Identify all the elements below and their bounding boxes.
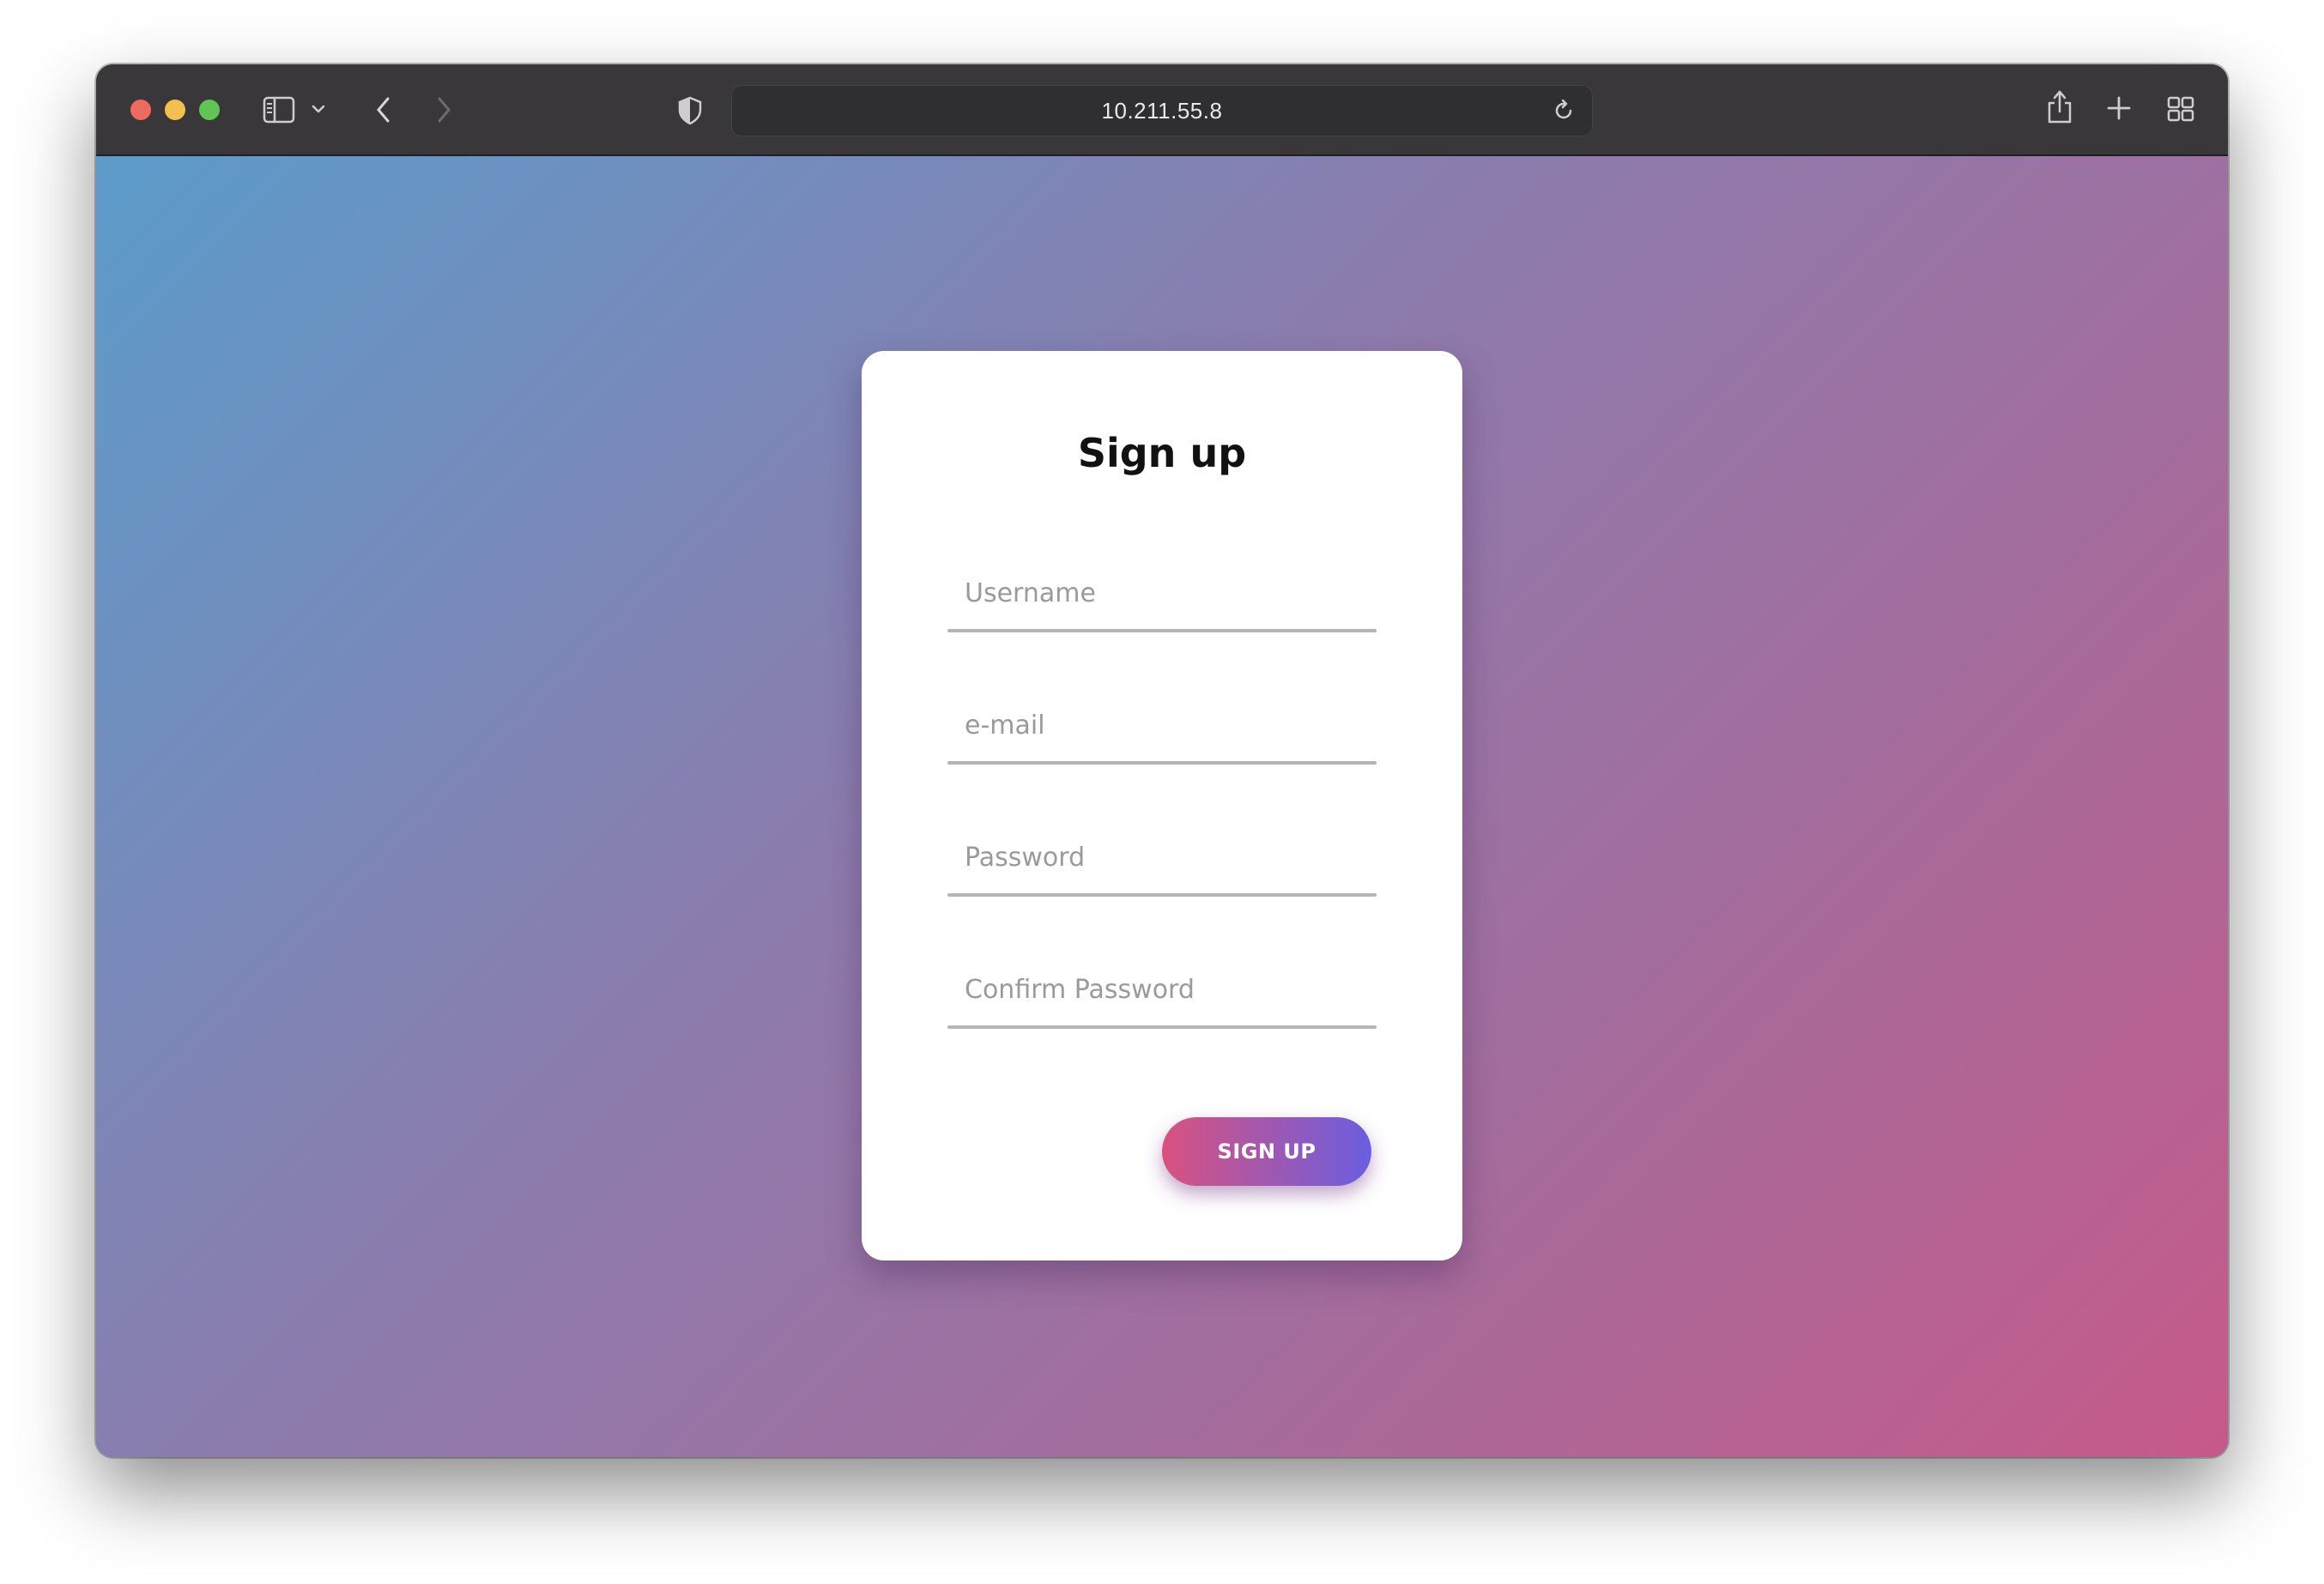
password-underline [947, 893, 1377, 897]
browser-window: 10.211.55.8 Sign up Username e-mail SIGN… [96, 64, 2228, 1457]
username-input[interactable] [947, 557, 1377, 629]
close-window-button[interactable] [130, 100, 151, 120]
email-input[interactable] [947, 689, 1377, 761]
chevron-right-icon[interactable] [431, 94, 457, 126]
page-content: Sign up SIGN UP [96, 156, 2228, 1457]
maximize-window-button[interactable] [199, 100, 220, 120]
sign-up-button[interactable]: SIGN UP [1162, 1117, 1371, 1186]
sidebar-icon[interactable] [262, 94, 296, 125]
confirm-password-underline [947, 1025, 1377, 1029]
grid-icon[interactable] [2166, 94, 2195, 124]
address-bar-url: 10.211.55.8 [1101, 97, 1223, 124]
username-underline [947, 629, 1377, 632]
signup-card: Sign up SIGN UP [862, 351, 1462, 1261]
minimize-window-button[interactable] [165, 100, 185, 120]
confirm-password-field-wrapper [947, 953, 1377, 1031]
shield-icon[interactable] [676, 95, 704, 126]
reload-icon[interactable] [1551, 98, 1577, 124]
email-underline [947, 761, 1377, 765]
username-field-wrapper [947, 557, 1377, 634]
browser-toolbar: 10.211.55.8 [96, 64, 2228, 156]
chevron-left-icon[interactable] [371, 94, 396, 126]
plus-icon[interactable] [2104, 94, 2133, 123]
address-bar[interactable]: 10.211.55.8 [731, 85, 1593, 136]
share-icon[interactable] [2044, 88, 2075, 126]
page-title: Sign up [1077, 430, 1247, 476]
password-field-wrapper [947, 821, 1377, 898]
chevron-down-icon[interactable] [310, 100, 327, 118]
password-input[interactable] [947, 821, 1377, 893]
email-field-wrapper [947, 689, 1377, 766]
confirm-password-input[interactable] [947, 953, 1377, 1025]
